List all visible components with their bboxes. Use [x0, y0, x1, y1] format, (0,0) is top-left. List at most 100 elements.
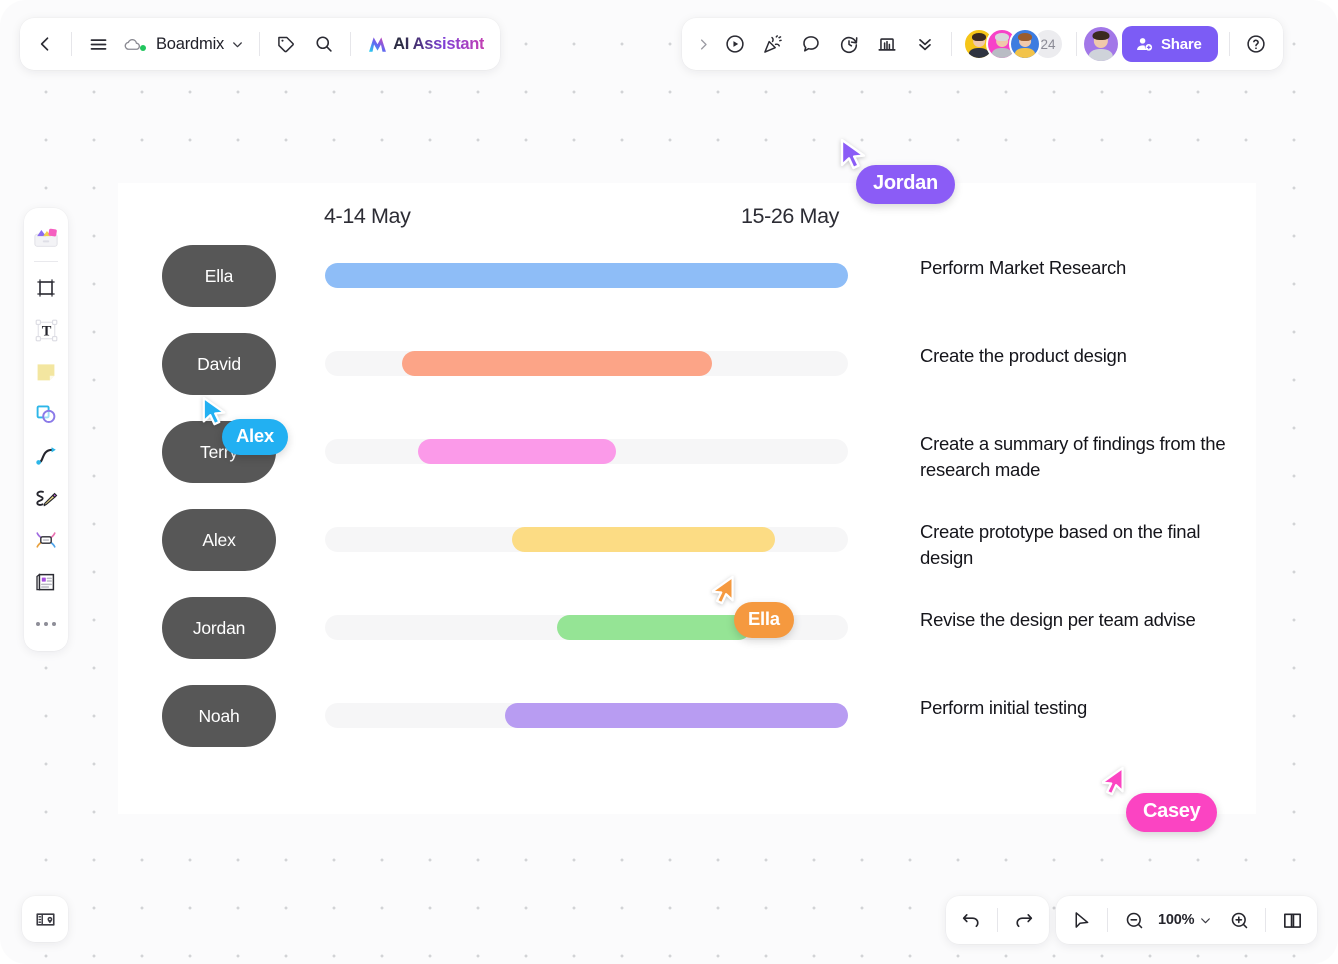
divider — [1076, 32, 1077, 56]
remote-cursor-ella: Ella — [712, 575, 794, 638]
bar-chart-icon[interactable] — [868, 25, 906, 63]
minimap-button[interactable] — [1273, 901, 1311, 939]
divider — [34, 261, 58, 262]
help-circle-icon[interactable] — [1237, 25, 1275, 63]
cursor-arrow-icon — [712, 575, 734, 605]
document-name-chip[interactable]: Boardmix — [117, 25, 252, 63]
chevron-down-icon — [231, 38, 244, 51]
zoom-out-icon — [1126, 912, 1142, 928]
cursor-label-ella: Ella — [734, 602, 794, 638]
divider — [1265, 908, 1267, 932]
gantt-bar[interactable] — [401, 351, 712, 376]
assignee-pill[interactable]: Alex — [162, 509, 276, 571]
map-panel-icon — [35, 912, 55, 926]
saved-status-dot — [140, 45, 146, 51]
task-label: Perform Market Research — [920, 257, 1127, 278]
svg-text:T: T — [41, 323, 51, 339]
app-window: Boardmix AI Assistant 24 Share T 4-14 Ma… — [0, 0, 1338, 964]
cursor-label-alex: Alex — [222, 419, 288, 455]
divider — [997, 908, 998, 932]
cursor-label-casey: Casey — [1126, 793, 1218, 832]
divider — [71, 32, 72, 56]
gantt-bar[interactable] — [512, 527, 775, 552]
zoom-controls-group: 100% — [1056, 896, 1318, 944]
gantt-row: David Create the product design — [118, 333, 1256, 421]
zoom-out-button[interactable] — [1115, 901, 1153, 939]
shapes-tool[interactable] — [28, 393, 64, 435]
left-tool-rail: T — [24, 208, 68, 651]
hamburger-menu-icon[interactable] — [79, 25, 117, 63]
document-icon — [36, 573, 55, 591]
gantt-bar[interactable] — [557, 615, 752, 640]
zoom-level-label[interactable]: 100% — [1153, 912, 1197, 928]
top-toolbar-right: 24 Share — [682, 18, 1283, 70]
chevron-right-icon[interactable] — [690, 25, 716, 63]
divider — [951, 32, 952, 56]
task-label: Create a summary of findings from the re… — [920, 433, 1226, 481]
ai-assistant-button[interactable]: AI Assistant — [358, 25, 494, 63]
minimap-panel-button[interactable] — [22, 896, 68, 942]
assignee-pill[interactable]: Jordan — [162, 597, 276, 659]
gantt-row: Terry Create a summary of findings from t… — [118, 421, 1256, 509]
remote-cursor-casey: Casey — [1102, 766, 1218, 832]
assignee-pill[interactable]: Noah — [162, 685, 276, 747]
party-popper-icon[interactable] — [754, 25, 792, 63]
frame-tool[interactable] — [28, 267, 64, 309]
ai-sparkle-logo-icon — [366, 33, 389, 56]
connector-tool[interactable] — [28, 435, 64, 477]
gantt-bar[interactable] — [325, 263, 848, 288]
assignee-pill[interactable]: David — [162, 333, 276, 395]
zoom-in-button[interactable] — [1220, 901, 1258, 939]
collaborator-avatar-3[interactable] — [1009, 28, 1041, 60]
templates-icon — [34, 228, 58, 247]
shapes-icon — [36, 405, 56, 423]
document-name-label: Boardmix — [156, 34, 225, 53]
play-circle-icon[interactable] — [716, 25, 754, 63]
select-tool-button[interactable] — [1062, 901, 1100, 939]
current-user-avatar[interactable] — [1084, 27, 1118, 61]
zoom-dropdown-caret[interactable] — [1197, 914, 1220, 927]
collaborator-avatars[interactable]: 24 — [959, 28, 1064, 60]
document-tool[interactable] — [28, 561, 64, 603]
task-label: Create prototype based on the final desi… — [920, 521, 1201, 569]
redo-button[interactable] — [1005, 901, 1043, 939]
gantt-bar[interactable] — [504, 703, 848, 728]
person-add-icon — [1135, 35, 1154, 54]
chevrons-down-icon[interactable] — [906, 25, 944, 63]
undo-redo-group — [946, 896, 1049, 944]
sticky-note-tool[interactable] — [28, 351, 64, 393]
gantt-row: Noah Perform initial testing — [118, 685, 1256, 773]
pencil-scribble-icon — [35, 490, 57, 507]
ai-assistant-label: AI Assistant — [393, 34, 485, 53]
curve-connector-icon — [36, 447, 56, 465]
zoom-in-icon — [1231, 912, 1248, 928]
timer-icon[interactable] — [830, 25, 868, 63]
mindmap-tool[interactable] — [28, 519, 64, 561]
remote-cursor-alex: Alex — [200, 396, 288, 455]
cloud-saved-icon — [123, 35, 142, 54]
sticky-note-icon — [37, 364, 55, 381]
templates-tool[interactable] — [28, 216, 64, 258]
chat-bubble-icon[interactable] — [792, 25, 830, 63]
column-header-2: 15-26 May — [741, 204, 839, 228]
ellipsis-icon — [36, 622, 56, 626]
redo-arrow-icon — [1016, 914, 1033, 928]
cursor-arrow-icon — [202, 396, 226, 426]
undo-button[interactable] — [952, 901, 990, 939]
pen-tool[interactable] — [28, 477, 64, 519]
share-button[interactable]: Share — [1122, 26, 1218, 62]
divider — [350, 32, 352, 56]
back-chevron-icon[interactable] — [26, 25, 64, 63]
assignee-pill[interactable]: Ella — [162, 245, 276, 307]
divider — [1228, 32, 1230, 56]
gantt-row: Jordan Revise the design per team advise — [118, 597, 1256, 685]
share-button-label: Share — [1161, 35, 1202, 53]
search-icon[interactable] — [305, 25, 343, 63]
more-tools[interactable] — [28, 603, 64, 645]
tag-icon[interactable] — [267, 25, 305, 63]
gantt-bar[interactable] — [418, 439, 616, 464]
whiteboard-frame[interactable]: 4-14 May 15-26 May Ella Perform Market Re… — [118, 183, 1256, 814]
text-tool[interactable]: T — [28, 309, 64, 351]
task-label: Perform initial testing — [920, 697, 1087, 718]
cursor-arrow-icon — [1075, 911, 1088, 928]
